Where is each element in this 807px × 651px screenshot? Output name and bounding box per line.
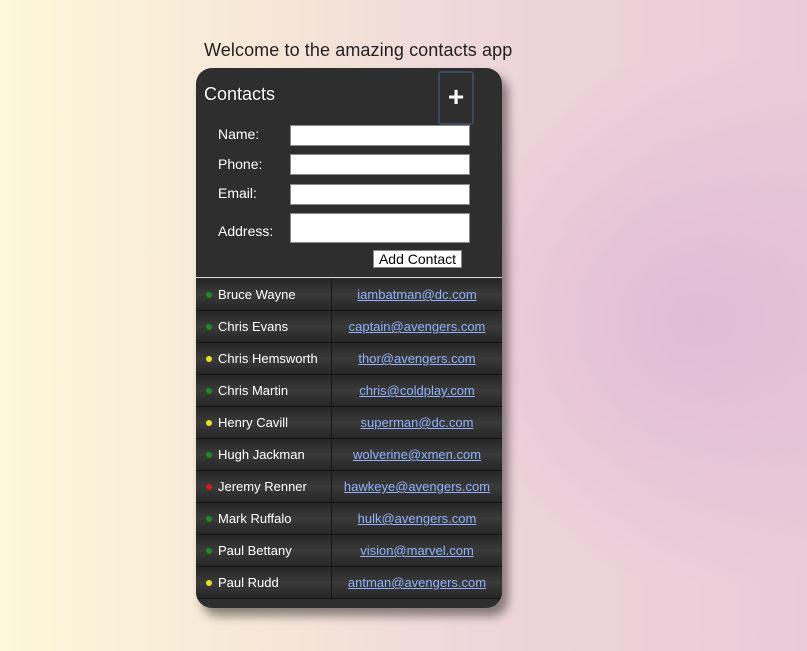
contact-email-cell: hulk@avengers.com xyxy=(332,503,502,534)
contact-email-cell: thor@avengers.com xyxy=(332,343,502,374)
phone-label: Phone: xyxy=(218,156,263,172)
contact-row[interactable]: Henry Cavill superman@dc.com xyxy=(196,407,502,439)
contact-name-cell: Chris Hemsworth xyxy=(196,343,332,374)
status-dot-icon xyxy=(206,419,212,426)
add-contact-toggle-button[interactable]: + xyxy=(438,71,474,125)
contact-email-link[interactable]: superman@dc.com xyxy=(361,415,474,430)
address-input[interactable] xyxy=(290,213,470,243)
contact-email-cell: iambatman@dc.com xyxy=(332,279,502,310)
contact-name: Henry Cavill xyxy=(218,415,289,430)
contact-email-link[interactable]: hulk@avengers.com xyxy=(358,511,477,526)
contact-name: Chris Martin xyxy=(218,383,289,398)
contact-row[interactable]: Paul Bettany vision@marvel.com xyxy=(196,535,502,567)
contact-name-cell: Chris Evans xyxy=(196,311,332,342)
email-label: Email: xyxy=(218,185,257,201)
contact-name-cell: Paul Bettany xyxy=(196,535,332,566)
contact-row[interactable]: Hugh Jackman wolverine@xmen.com xyxy=(196,439,502,471)
contact-email-link[interactable]: wolverine@xmen.com xyxy=(353,447,481,462)
status-dot-icon xyxy=(206,483,212,490)
contact-email-cell: superman@dc.com xyxy=(332,407,502,438)
contact-email-link[interactable]: antman@avengers.com xyxy=(348,575,486,590)
contact-email-link[interactable]: thor@avengers.com xyxy=(358,351,475,366)
status-dot-icon xyxy=(206,579,212,586)
status-dot-icon xyxy=(206,515,212,522)
contact-name: Paul Bettany xyxy=(218,543,292,558)
name-input[interactable] xyxy=(290,125,470,146)
contact-email-cell: captain@avengers.com xyxy=(332,311,502,342)
contact-row[interactable]: Chris Evans captain@avengers.com xyxy=(196,311,502,343)
status-dot-icon xyxy=(206,387,212,394)
contact-row[interactable]: Jeremy Renner hawkeye@avengers.com xyxy=(196,471,502,503)
contacts-table: Bruce Wayne iambatman@dc.com Chris Evans ca… xyxy=(196,279,502,599)
contact-name: Bruce Wayne xyxy=(218,287,296,302)
form-divider xyxy=(196,277,502,278)
status-dot-icon xyxy=(206,547,212,554)
status-dot-icon xyxy=(206,451,212,458)
contact-name-cell: Hugh Jackman xyxy=(196,439,332,470)
card-title: Contacts xyxy=(204,84,276,104)
contact-row[interactable]: Paul Rudd antman@avengers.com xyxy=(196,567,502,599)
contact-name: Hugh Jackman xyxy=(218,447,305,462)
contact-email-link[interactable]: captain@avengers.com xyxy=(349,319,486,334)
contact-name-cell: Bruce Wayne xyxy=(196,279,332,310)
contact-name-cell: Jeremy Renner xyxy=(196,471,332,502)
add-contact-button[interactable]: Add Contact xyxy=(373,250,462,268)
name-label: Name: xyxy=(218,126,260,142)
contact-email-link[interactable]: chris@coldplay.com xyxy=(359,383,475,398)
contact-name: Paul Rudd xyxy=(218,575,279,590)
contact-email-cell: chris@coldplay.com xyxy=(332,375,502,406)
contact-email-cell: antman@avengers.com xyxy=(332,567,502,598)
contact-email-link[interactable]: hawkeye@avengers.com xyxy=(344,479,490,494)
contact-row[interactable]: Mark Ruffalo hulk@avengers.com xyxy=(196,503,502,535)
status-dot-icon xyxy=(206,291,212,298)
contact-row[interactable]: Chris Hemsworth thor@avengers.com xyxy=(196,343,502,375)
welcome-heading: Welcome to the amazing contacts app xyxy=(204,40,513,60)
contact-email-cell: wolverine@xmen.com xyxy=(332,439,502,470)
status-dot-icon xyxy=(206,323,212,330)
contact-email-cell: vision@marvel.com xyxy=(332,535,502,566)
contact-row[interactable]: Chris Martin chris@coldplay.com xyxy=(196,375,502,407)
phone-input[interactable] xyxy=(290,154,470,175)
contact-name: Mark Ruffalo xyxy=(218,511,292,526)
plus-icon: + xyxy=(447,81,465,112)
email-input[interactable] xyxy=(290,184,470,205)
contact-name: Jeremy Renner xyxy=(218,479,307,494)
contact-email-cell: hawkeye@avengers.com xyxy=(332,471,502,502)
contact-email-link[interactable]: iambatman@dc.com xyxy=(357,287,476,302)
contact-name: Chris Hemsworth xyxy=(218,351,318,366)
contact-name-cell: Chris Martin xyxy=(196,375,332,406)
status-dot-icon xyxy=(206,355,212,362)
address-label: Address: xyxy=(218,223,274,239)
contact-row[interactable]: Bruce Wayne iambatman@dc.com xyxy=(196,279,502,311)
contact-email-link[interactable]: vision@marvel.com xyxy=(360,543,474,558)
contact-name: Chris Evans xyxy=(218,319,289,334)
contacts-card: Contacts + Name: Phone: Email: Address: … xyxy=(196,68,502,608)
contact-name-cell: Paul Rudd xyxy=(196,567,332,598)
contact-name-cell: Henry Cavill xyxy=(196,407,332,438)
contact-name-cell: Mark Ruffalo xyxy=(196,503,332,534)
